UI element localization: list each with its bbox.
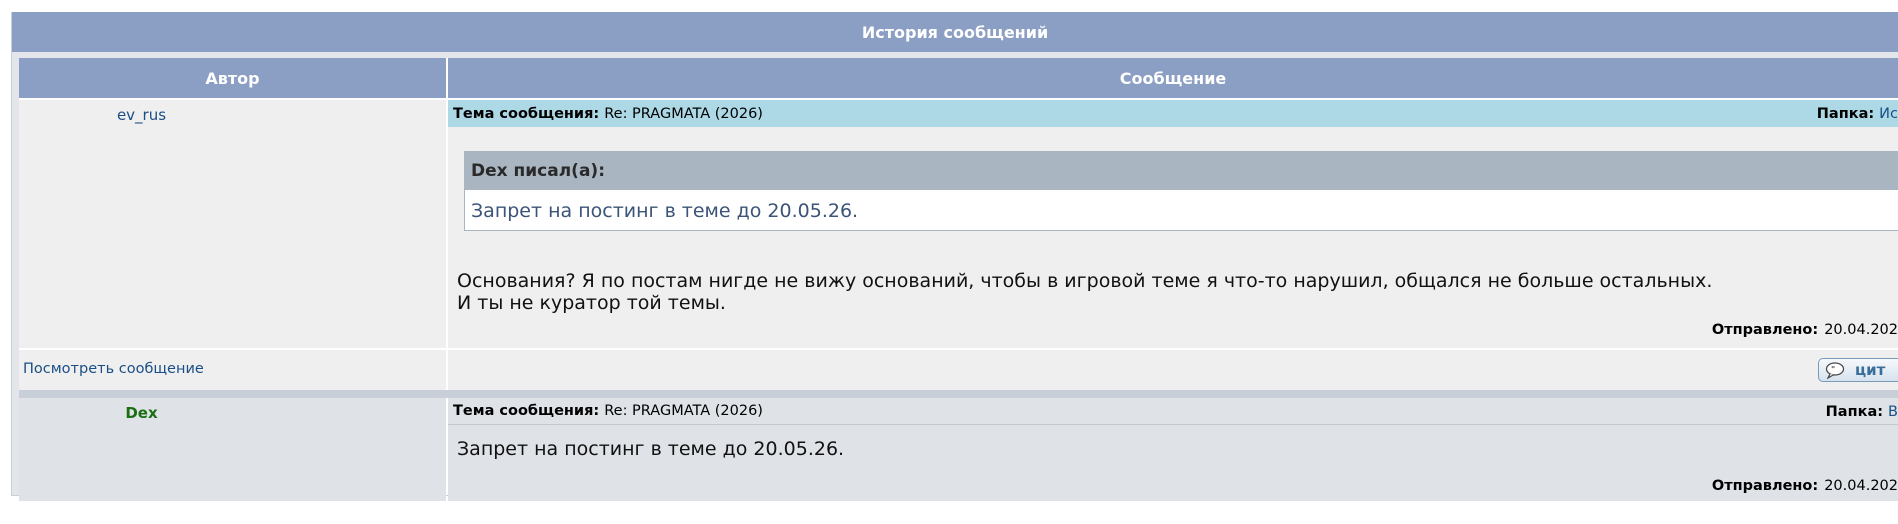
quote-button-label: цит — [1855, 361, 1886, 379]
post-1-folder: Папка: Ис — [1817, 100, 1898, 127]
post-2-subject-value: Re: PRAGMATA (2026) — [604, 403, 763, 419]
post-1-subject-label: Тема сообщения: — [453, 105, 600, 122]
svg-text:": " — [1831, 365, 1835, 374]
post-1-subject-value: Re: PRAGMATA (2026) — [604, 105, 763, 122]
post-1-actions-right: " цит — [448, 350, 1898, 390]
post-2-folder-link[interactable]: В — [1888, 404, 1898, 420]
post-2-author-cell: Dex — [19, 398, 446, 501]
post-divider — [19, 390, 1898, 398]
post-1-folder-label: Папка: — [1816, 105, 1875, 122]
panel-title: История сообщений — [12, 12, 1898, 52]
post-2-sent-label: Отправлено: — [1711, 478, 1819, 494]
post-2-body-line-1: Запрет на постинг в теме до 20.05.26. — [457, 438, 845, 460]
post-1-message-cell: Тема сообщения: Re: PRAGMATA (2026) Папк… — [448, 100, 1898, 348]
post-1-body-line-2: И ты не куратор той темы. — [457, 292, 726, 314]
message-history-panel: История сообщений Автор Сообщение ev_rus… — [11, 12, 1898, 501]
post-2-folder: Папка: В — [1826, 398, 1898, 425]
post-1-quote-block: Dex писал(а): Запрет на постинг в теме д… — [464, 151, 1898, 231]
post-1-author-link[interactable]: ev_rus — [19, 106, 264, 124]
view-message-link[interactable]: Посмотреть сообщение — [23, 361, 204, 377]
post-1-author-cell: ev_rus — [19, 100, 446, 348]
post-1-folder-link[interactable]: Ис — [1879, 106, 1898, 122]
post-1-sent: Отправлено: 20.04.202 — [1712, 322, 1898, 338]
post-1-sent-label: Отправлено: — [1711, 322, 1819, 338]
post-1-sent-value: 20.04.202 — [1824, 322, 1898, 338]
post-1-actions-left: Посмотреть сообщение — [19, 350, 446, 390]
quote-button[interactable]: " цит — [1818, 358, 1898, 382]
post-2-sent-value: 20.04.202 — [1824, 478, 1898, 494]
post-1-quote-text: Запрет на постинг в теме до 20.05.26. — [471, 200, 859, 222]
post-2-message-cell: Тема сообщения: Re: PRAGMATA (2026) Папк… — [448, 398, 1898, 501]
column-header-message: Сообщение — [448, 58, 1898, 98]
post-2-folder-label: Папка: — [1825, 403, 1884, 420]
post-2-sent: Отправлено: 20.04.202 — [1712, 478, 1898, 494]
post-1-quote-author: Dex писал(а): — [465, 152, 1898, 190]
speech-bubble-icon: " — [1825, 361, 1845, 380]
post-1-subject-bar: Тема сообщения: Re: PRAGMATA (2026) Папк… — [448, 100, 1898, 127]
column-header-author: Автор — [19, 58, 446, 98]
post-2-subject-label: Тема сообщения: — [453, 403, 600, 419]
message-table: Автор Сообщение ev_rus Тема сообщения: R… — [19, 58, 1898, 501]
post-2-author-link[interactable]: Dex — [19, 404, 264, 422]
post-2-subject-bar: Тема сообщения: Re: PRAGMATA (2026) Папк… — [448, 398, 1898, 425]
